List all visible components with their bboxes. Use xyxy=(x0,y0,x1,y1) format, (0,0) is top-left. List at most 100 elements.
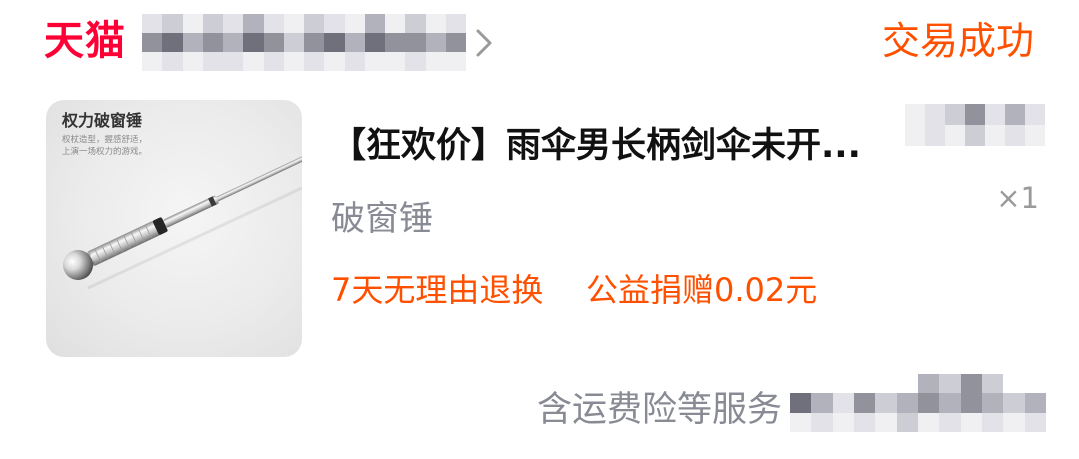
mosaic-cell xyxy=(875,412,897,432)
mosaic-cell xyxy=(790,412,812,432)
mosaic-cell xyxy=(905,125,925,146)
mosaic-cell xyxy=(832,412,854,432)
payment-summary-mosaic xyxy=(790,374,1046,432)
mosaic-cell xyxy=(162,52,183,71)
mosaic-cell xyxy=(875,374,896,393)
mosaic-cell xyxy=(939,374,961,394)
mosaic-cell xyxy=(1005,125,1025,146)
mosaic-cell xyxy=(142,33,163,52)
mosaic-cell xyxy=(1024,412,1046,432)
quantity-label: ×1 xyxy=(996,181,1039,215)
store-name-mosaic xyxy=(142,14,466,71)
mosaic-cell xyxy=(223,14,244,33)
mosaic-cell xyxy=(425,33,446,52)
mosaic-cell xyxy=(945,104,965,125)
photo-caption-line: 上演一场权力的游戏。 xyxy=(62,147,148,157)
mosaic-cell xyxy=(982,412,1004,432)
mosaic-cell xyxy=(202,33,223,52)
mosaic-cell xyxy=(939,412,961,432)
mosaic-cell xyxy=(960,374,982,394)
mosaic-cell xyxy=(811,412,833,432)
mosaic-cell xyxy=(811,374,832,393)
mosaic-cell xyxy=(364,33,385,52)
mosaic-cell xyxy=(1003,374,1024,393)
mosaic-cell xyxy=(1025,104,1045,125)
services-label: 含运费险等服务 xyxy=(536,390,782,430)
mosaic-cell xyxy=(985,104,1005,125)
mosaic-cell xyxy=(344,33,365,52)
mosaic-cell xyxy=(425,14,446,33)
mosaic-cell xyxy=(162,33,183,52)
mosaic-cell xyxy=(1025,374,1046,393)
mosaic-cell xyxy=(223,33,244,52)
mosaic-cell xyxy=(364,52,385,71)
tmall-logo: 天猫 xyxy=(44,18,126,64)
mosaic-cell xyxy=(304,52,325,71)
mosaic-cell xyxy=(283,52,304,71)
mosaic-cell xyxy=(445,33,466,52)
mosaic-cell xyxy=(854,393,876,413)
store-link[interactable] xyxy=(138,12,498,74)
mosaic-cell xyxy=(385,52,406,71)
product-row[interactable]: 权力破窗锤 权杖造型，握感舒适， 上演一场权力的游戏。 【狂欢价】雨伞男长柄剑伞… xyxy=(0,96,1079,362)
mosaic-cell xyxy=(925,125,945,146)
mosaic-cell xyxy=(925,104,945,125)
mosaic-cell xyxy=(960,412,982,432)
mosaic-cell xyxy=(918,374,940,394)
mosaic-cell xyxy=(960,393,982,413)
mosaic-cell xyxy=(304,33,325,52)
mosaic-cell xyxy=(283,14,304,33)
photo-caption-lines: 权杖造型，握感舒适， 上演一场权力的游戏。 xyxy=(62,134,147,158)
order-card: 天猫 交易成功 权力破窗锤 权杖造型，握感舒适， 上演一场权力的游戏。 【狂欢价… xyxy=(0,0,1079,459)
mosaic-cell xyxy=(283,33,304,52)
mosaic-cell xyxy=(445,52,466,71)
mosaic-cell xyxy=(243,14,264,33)
mosaic-cell xyxy=(405,14,426,33)
mosaic-cell xyxy=(965,104,985,125)
photo-caption-title: 权力破窗锤 xyxy=(62,111,143,130)
mosaic-cell xyxy=(202,14,223,33)
photo-caption-line: 权杖造型，握感舒适， xyxy=(62,135,148,145)
mosaic-cell xyxy=(263,33,284,52)
mosaic-cell xyxy=(854,374,875,393)
mosaic-cell xyxy=(982,374,1004,394)
mosaic-cell xyxy=(811,393,833,413)
mosaic-cell xyxy=(832,393,854,413)
mosaic-cell xyxy=(263,14,284,33)
mosaic-cell xyxy=(223,52,244,71)
mosaic-cell xyxy=(790,393,812,413)
mosaic-cell xyxy=(875,393,897,413)
product-thumbnail[interactable]: 权力破窗锤 权杖造型，握感舒适， 上演一场权力的游戏。 xyxy=(46,100,302,357)
mosaic-cell xyxy=(896,393,918,413)
mosaic-cell xyxy=(1003,393,1025,413)
mosaic-cell xyxy=(182,33,203,52)
chevron-right-icon xyxy=(476,29,492,57)
mosaic-cell xyxy=(445,14,466,33)
mosaic-cell xyxy=(142,52,163,71)
mosaic-cell xyxy=(202,52,223,71)
mosaic-cell xyxy=(833,374,854,393)
mosaic-cell xyxy=(142,14,163,33)
mosaic-cell xyxy=(324,52,345,71)
mosaic-cell xyxy=(324,14,345,33)
mosaic-cell xyxy=(385,14,406,33)
mosaic-cell xyxy=(1003,412,1025,432)
mosaic-cell xyxy=(790,374,811,393)
mosaic-cell xyxy=(918,393,940,413)
mosaic-cell xyxy=(425,52,446,71)
mosaic-cell xyxy=(344,52,365,71)
mosaic-cell xyxy=(982,393,1004,413)
charity-donation-tag: 公益捐赠0.02元 xyxy=(586,271,818,309)
mosaic-cell xyxy=(405,52,426,71)
mosaic-cell xyxy=(385,33,406,52)
mosaic-cell xyxy=(896,412,918,432)
mosaic-cell xyxy=(324,33,345,52)
mosaic-cell xyxy=(263,52,284,71)
mosaic-cell xyxy=(182,52,203,71)
mosaic-cell xyxy=(344,14,365,33)
product-title[interactable]: 【狂欢价】雨伞男长柄剑伞未开... xyxy=(331,121,861,171)
mosaic-cell xyxy=(939,393,961,413)
mosaic-cell xyxy=(1024,393,1046,413)
mosaic-cell xyxy=(364,14,385,33)
mosaic-cell xyxy=(1005,104,1025,125)
